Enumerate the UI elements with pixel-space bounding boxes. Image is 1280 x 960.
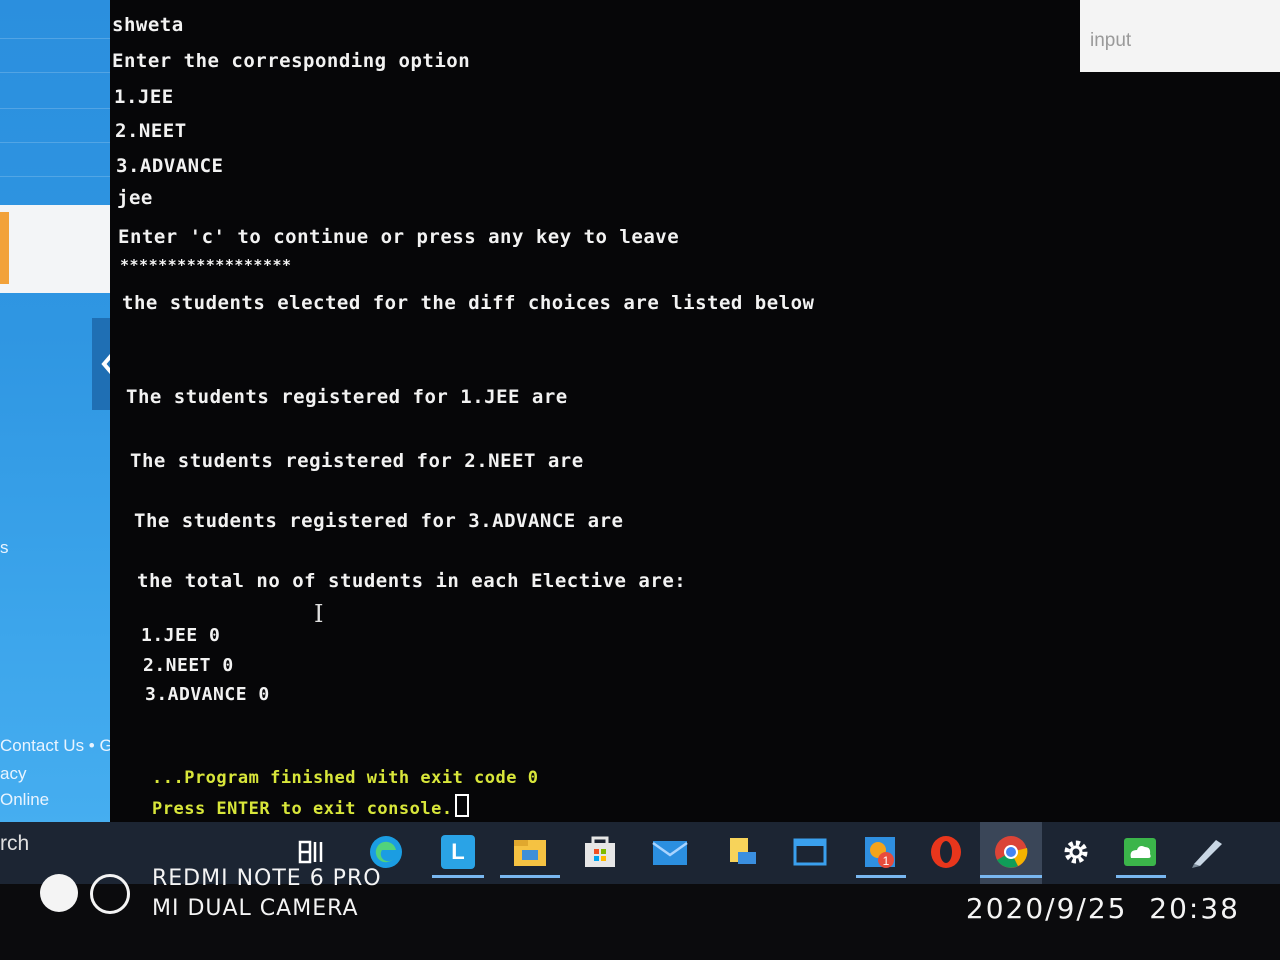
photo-date: 2020/9/25: [965, 892, 1128, 925]
cloud-icon[interactable]: [1120, 832, 1160, 872]
console-line: the students elected for the diff choice…: [122, 292, 815, 314]
sidebar-footer-line2[interactable]: acy: [0, 764, 26, 784]
photos-icon[interactable]: 1: [860, 832, 900, 872]
file-explorer-icon[interactable]: [510, 832, 550, 872]
console-line: The students registered for 1.JEE are: [126, 386, 568, 408]
text-cursor-icon: I: [314, 600, 324, 628]
console-line: 3.ADVANCE 0: [145, 684, 270, 705]
console-line: The students registered for 2.NEET are: [130, 450, 584, 472]
sticky-notes-icon[interactable]: [722, 832, 762, 872]
console-line: The students registered for 3.ADVANCE ar…: [134, 510, 624, 532]
input-tab-label: input: [1090, 30, 1132, 51]
console-line: Enter the corresponding option: [112, 50, 471, 72]
chrome-icon[interactable]: [991, 832, 1031, 872]
console-line: 2.NEET 0: [143, 655, 234, 676]
console-line: jee: [117, 187, 153, 209]
press-enter-line: Press ENTER to exit console.: [152, 794, 469, 819]
camera-label: MI DUAL CAMERA: [152, 896, 359, 921]
sidebar-orange-accent: [0, 212, 9, 284]
console-line: shweta: [112, 14, 184, 36]
photo-timestamp: 2020/9/25 20:38: [966, 892, 1240, 925]
console-cursor: [454, 794, 469, 817]
console-output[interactable]: input shweta Enter the corresponding opt…: [110, 0, 1280, 822]
input-tab[interactable]: input: [1080, 0, 1280, 72]
photo-time: 20:38: [1149, 892, 1240, 925]
pen-icon[interactable]: [1186, 832, 1226, 872]
mail-icon[interactable]: [650, 832, 690, 872]
console-line: 2.NEET: [115, 120, 187, 142]
console-line: the total no of students in each Electiv…: [137, 570, 687, 592]
sidebar-partial-text: s: [0, 538, 9, 557]
window-app-icon[interactable]: [790, 832, 830, 872]
console-line: 3.ADVANCE: [116, 155, 224, 177]
device-model: REDMI NOTE 6 PRO: [152, 866, 382, 891]
console-line: 1.JEE 0: [141, 625, 221, 646]
opera-icon[interactable]: [926, 832, 966, 872]
l-app-icon[interactable]: L: [438, 832, 478, 872]
program-finished-message: ...Program finished with exit code 0: [152, 768, 539, 788]
store-icon[interactable]: [580, 832, 620, 872]
console-line: 1.JEE: [114, 86, 174, 108]
console-line: Enter 'c' to continue or press any key t…: [118, 226, 680, 248]
press-enter-message: Press ENTER to exit console.: [152, 799, 453, 819]
svg-text:1: 1: [883, 854, 890, 868]
sidebar-footer-line3[interactable]: Online: [0, 790, 49, 810]
lens-ring-icon: [90, 874, 130, 914]
taskbar-search-box[interactable]: rch: [0, 832, 29, 856]
console-separator: ******************: [120, 256, 292, 274]
lens-dot-icon: [40, 874, 78, 912]
settings-icon[interactable]: [1056, 832, 1096, 872]
sidebar-white-panel: [0, 205, 122, 293]
